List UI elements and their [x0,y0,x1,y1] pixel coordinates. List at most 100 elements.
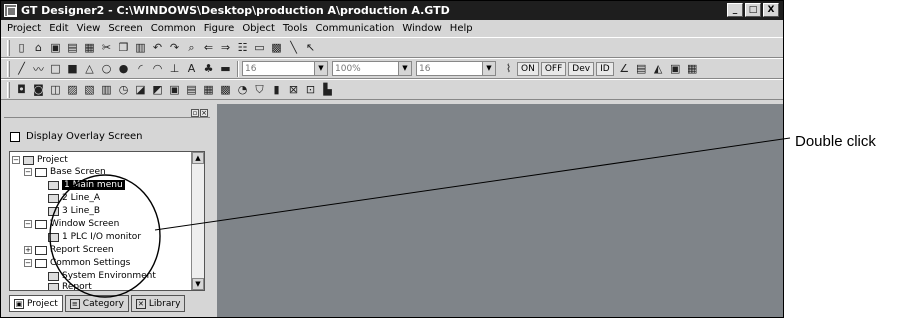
scroll-up-icon[interactable]: ▲ [192,152,204,164]
switch-icon[interactable]: ◘ [13,82,30,98]
overlay-option[interactable]: Display Overlay Screen [10,131,142,142]
toolbar-grip[interactable] [7,60,10,77]
level-icon[interactable]: ▩ [217,82,234,98]
alarm-icon[interactable]: ◩ [149,82,166,98]
menu-view[interactable]: View [73,23,105,34]
pattern-icon[interactable]: ▬ [217,61,234,77]
polygon-icon[interactable]: △ [81,61,98,77]
overlay-checkbox[interactable] [10,131,20,142]
ascii-display-icon[interactable]: ▥ [98,82,115,98]
menu-project[interactable]: Project [3,23,45,34]
pane-restore-icon[interactable]: ▫ [191,109,199,117]
menu-object[interactable]: Object [238,23,279,34]
numeric-input-icon[interactable]: ▧ [81,82,98,98]
tab-project[interactable]: ▣ Project [9,295,63,312]
circle-icon[interactable]: ○ [98,61,115,77]
comment-icon[interactable]: ◪ [132,82,149,98]
find-icon[interactable]: ⌕ [183,40,200,56]
tab-category[interactable]: ≡ Category [64,295,129,312]
layer-icon[interactable]: ⌇ [500,61,517,77]
new-icon[interactable]: ▯ [13,40,30,56]
chevron-down-icon[interactable]: ▼ [398,62,411,75]
tree-report[interactable]: Report [48,282,92,290]
toolbar-grip[interactable] [7,81,10,98]
tree-project[interactable]: − Project [12,155,68,165]
minimize-button[interactable]: _ [727,3,743,17]
project-tree[interactable]: − Project − Base Screen 1 Main menu 2 Li… [9,151,205,291]
rectangle-icon[interactable]: □ [47,61,64,77]
select-pointer-icon[interactable]: ↖ [302,40,319,56]
expand-icon[interactable]: + [24,246,32,254]
tab-library[interactable]: ✕ Library [130,295,186,312]
redo-icon[interactable]: ↷ [166,40,183,56]
print-obj-icon[interactable]: ⊠ [285,82,302,98]
prev-screen-icon[interactable]: ⇐ [200,40,217,56]
screen-layout-icon[interactable]: ☷ [234,40,251,56]
bit-lamp-icon[interactable]: ◫ [47,82,64,98]
tree-report-screen[interactable]: + Report Screen [24,245,114,255]
collapse-icon[interactable]: − [24,220,32,228]
next-screen-icon[interactable]: ⇒ [217,40,234,56]
script-icon[interactable]: ⊡ [302,82,319,98]
save-all-icon[interactable]: ▤ [64,40,81,56]
menu-figure[interactable]: Figure [200,23,239,34]
part-icon[interactable]: ▣ [166,82,183,98]
recipe-icon[interactable]: ⛉ [251,82,268,98]
line-tool-icon[interactable]: ╲ [285,40,302,56]
fill-color-icon[interactable]: ◭ [650,61,667,77]
cut-icon[interactable]: ✂ [98,40,115,56]
paste-icon[interactable]: ▥ [132,40,149,56]
menu-common[interactable]: Common [147,23,200,34]
zoom-select[interactable]: 100% ▼ [332,61,412,76]
paint-icon[interactable]: ♣ [200,61,217,77]
tree-base-screen[interactable]: − Base Screen [24,167,106,177]
text-icon[interactable]: A [183,61,200,77]
tree-window-screen[interactable]: − Window Screen [24,219,119,229]
menu-communication[interactable]: Communication [312,23,399,34]
pane-close-icon[interactable]: × [200,109,208,117]
on-button[interactable]: ON [517,61,539,76]
maximize-button[interactable]: □ [745,3,761,17]
close-button[interactable]: X [763,3,779,17]
collapse-icon[interactable]: − [12,156,20,164]
tree-item-line-b[interactable]: 3 Line_B [48,206,100,216]
save-icon[interactable]: ▣ [47,40,64,56]
id-button[interactable]: ID [596,61,614,76]
copy-icon[interactable]: ❐ [115,40,132,56]
trend-icon[interactable]: ▦ [200,82,217,98]
menu-window[interactable]: Window [398,23,445,34]
tree-common-settings[interactable]: − Common Settings [24,258,130,268]
collapse-icon[interactable]: − [24,168,32,176]
panelmeter-icon[interactable]: ◔ [234,82,251,98]
level-bar-icon[interactable]: ▙ [319,82,336,98]
off-button[interactable]: OFF [540,61,567,76]
list-view-icon[interactable]: ▦ [684,61,701,77]
fill-pattern-icon[interactable]: ▤ [633,61,650,77]
open-icon[interactable]: ⌂ [30,40,47,56]
property-icon[interactable]: ▭ [251,40,268,56]
grid-select[interactable]: 16 ▼ [416,61,496,76]
tree-system-environment[interactable]: System Environment [48,271,156,281]
menu-help[interactable]: Help [446,23,477,34]
scale-icon[interactable]: ⊥ [166,61,183,77]
toolbar-grip[interactable] [7,39,10,56]
font-size-select[interactable]: 16 ▼ [242,61,328,76]
screen-image-icon[interactable]: ▣ [667,61,684,77]
arc-icon[interactable]: ◜ [132,61,149,77]
tree-item-main-menu[interactable]: 1 Main menu [48,180,125,190]
line-color-icon[interactable]: ∠ [616,61,633,77]
sector-icon[interactable]: ◠ [149,61,166,77]
menu-screen[interactable]: Screen [104,23,146,34]
chevron-down-icon[interactable]: ▼ [314,62,327,75]
polyline-icon[interactable]: 〰 [30,61,47,77]
menu-tools[interactable]: Tools [279,23,312,34]
print-icon[interactable]: ▦ [81,40,98,56]
tree-item-plc-monitor[interactable]: 1 PLC I/O monitor [48,232,141,242]
menu-edit[interactable]: Edit [45,23,72,34]
editor-area[interactable] [217,104,783,317]
line-icon[interactable]: ╱ [13,61,30,77]
clock-icon[interactable]: ◷ [115,82,132,98]
dev-button[interactable]: Dev [568,61,595,76]
data-list-icon[interactable]: ▩ [268,40,285,56]
barcode-icon[interactable]: ▮ [268,82,285,98]
